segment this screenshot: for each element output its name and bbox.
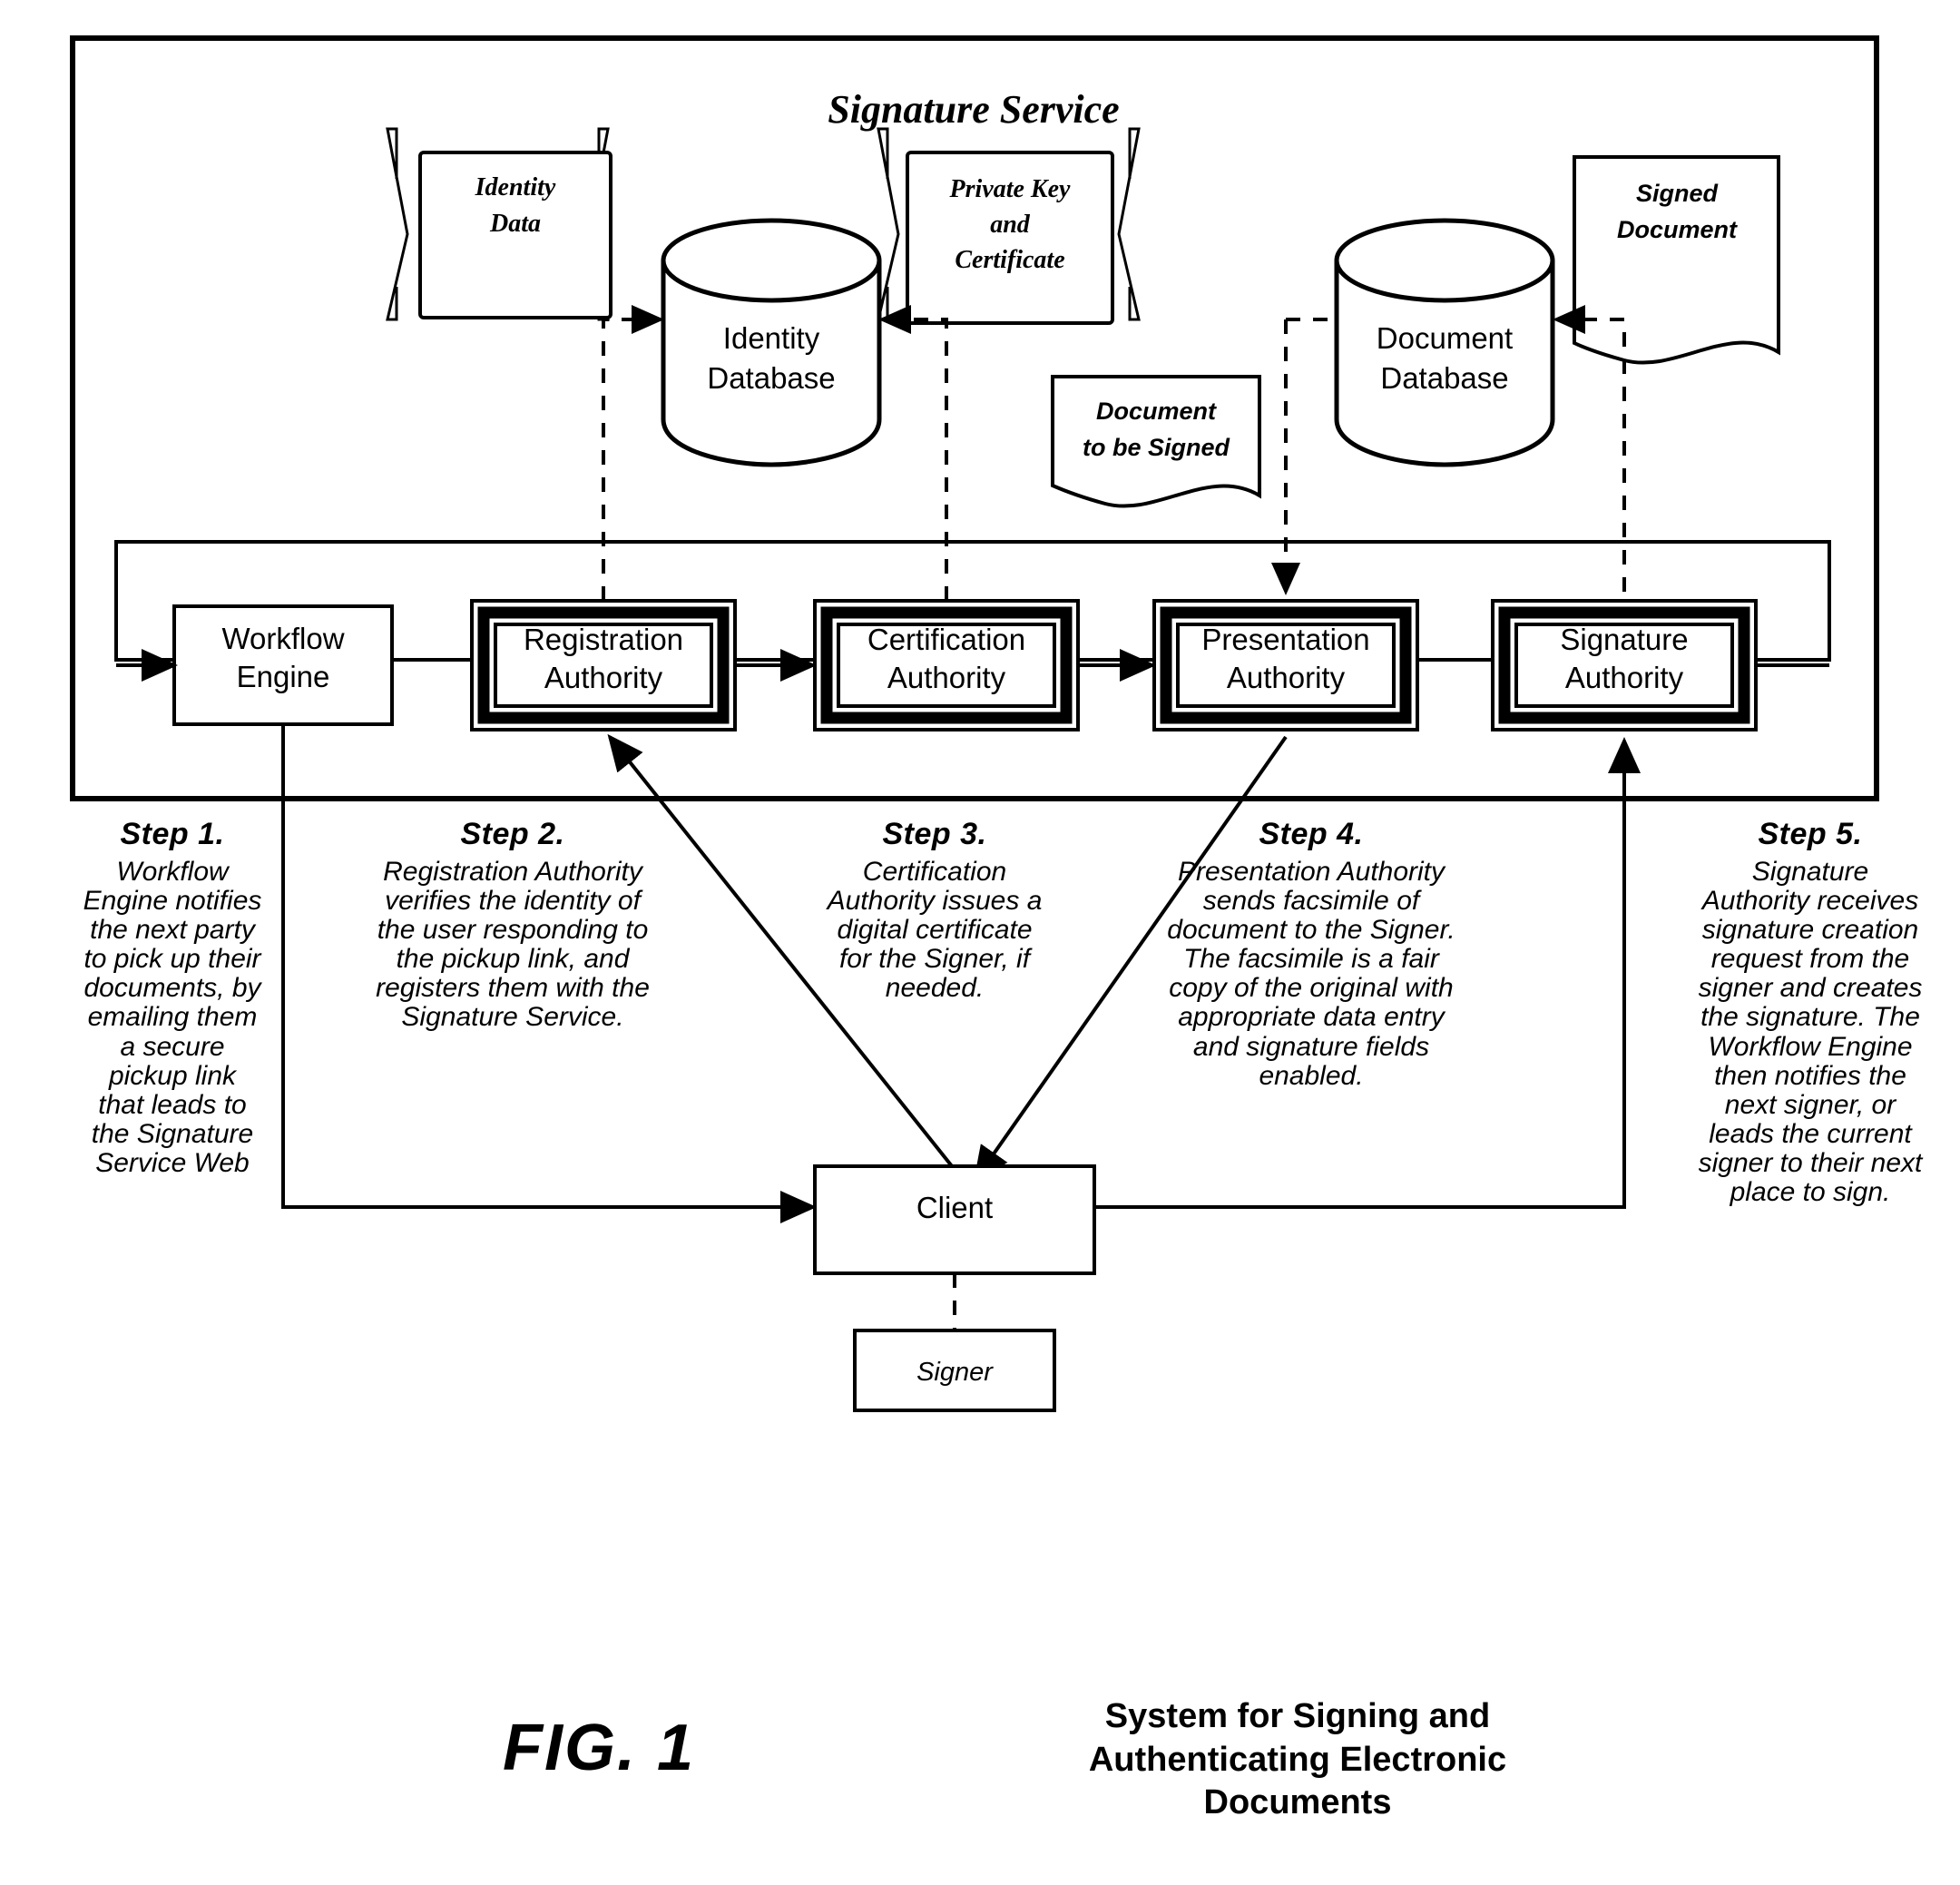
patent-figure-page: Signature Service Identity Data Private …	[0, 0, 1960, 1885]
step-5-heading: Step 5.	[1758, 817, 1863, 851]
step-4-column: Step 4. Presentation Authority sends fac…	[1139, 817, 1484, 1091]
steps-container: Step 1. Workflow Engine notifies the nex…	[0, 0, 1960, 1885]
step-5-body: Signature Authority receives signature c…	[1698, 857, 1923, 1208]
step-4-body: Presentation Authority sends facsimile o…	[1167, 857, 1455, 1091]
figure-caption: System for Signing and Authenticating El…	[1088, 1697, 1507, 1821]
step-3-body: Certification Authority issues a digital…	[827, 857, 1043, 1004]
step-3-heading: Step 3.	[882, 817, 987, 851]
step-2-column: Step 2. Registration Authority verifies …	[349, 817, 676, 1033]
step-2-body: Registration Authority verifies the iden…	[376, 857, 650, 1033]
step-1-column: Step 1. Workflow Engine notifies the nex…	[68, 817, 277, 1178]
step-1-heading: Step 1.	[120, 817, 225, 851]
step-3-column: Step 3. Certification Authority issues a…	[808, 817, 1062, 1003]
step-2-heading: Step 2.	[460, 817, 565, 851]
step-4-heading: Step 4.	[1259, 817, 1364, 851]
step-5-column: Step 5. Signature Authority receives sig…	[1674, 817, 1946, 1207]
step-1-body: Workflow Engine notifies the next party …	[83, 857, 262, 1178]
